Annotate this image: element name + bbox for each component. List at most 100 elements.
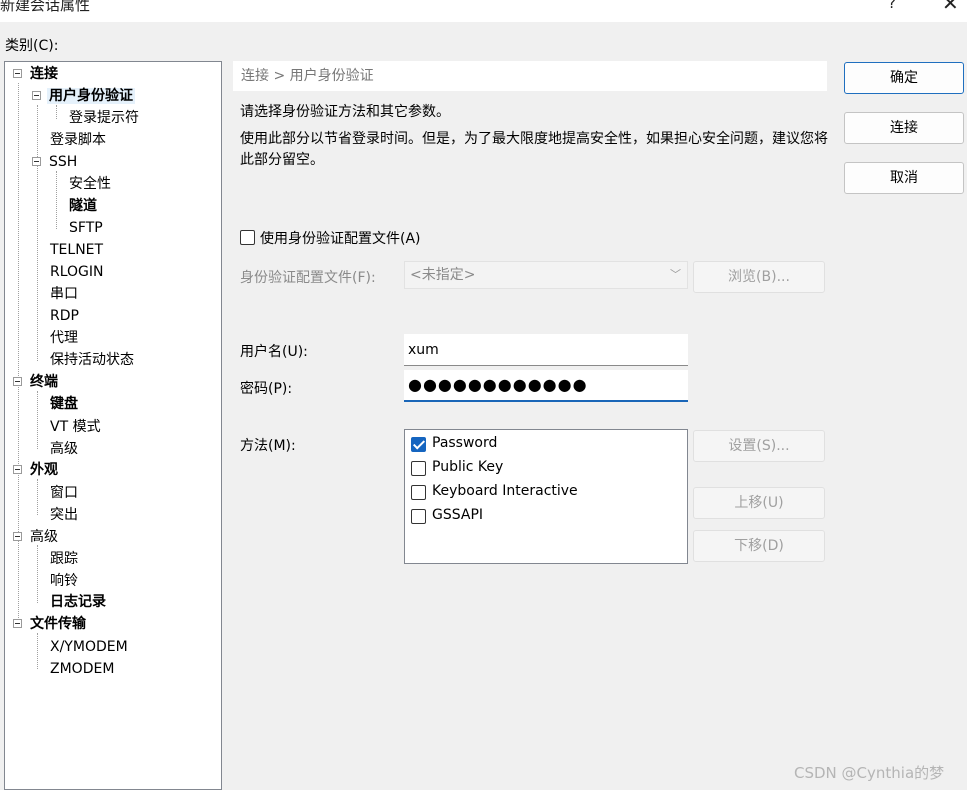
tree-item-serial[interactable]: 串口	[48, 284, 80, 304]
auth-profile-label: 身份验证配置文件(F):	[240, 270, 376, 286]
tree-item-label: 窗口	[50, 485, 78, 501]
tree-item-label: TELNET	[50, 242, 104, 258]
method-label: 方法(M):	[240, 438, 296, 454]
collapse-icon[interactable]	[13, 619, 22, 628]
tree-item-proxy[interactable]: 代理	[48, 328, 80, 348]
collapse-icon[interactable]	[13, 465, 22, 474]
method-item-label: Public Key	[432, 459, 504, 475]
tree-item-rdp[interactable]: RDP	[48, 306, 81, 326]
tree-item-rlogin[interactable]: RLOGIN	[48, 262, 106, 282]
tree-item-terminal[interactable]: 终端	[12, 372, 60, 392]
tree-item-connection[interactable]: 连接	[12, 64, 60, 84]
tree-item-label: 连接	[30, 66, 58, 82]
method-list[interactable]: Password Public Key Keyboard Interactive…	[404, 429, 688, 564]
tree-item-label: 外观	[30, 462, 58, 478]
tree-item-security[interactable]: 安全性	[67, 174, 113, 194]
collapse-icon[interactable]	[13, 377, 22, 386]
tree-item-user-auth[interactable]: 用户身份验证	[31, 86, 135, 106]
password-input[interactable]: ●●●●●●●●●●●●	[404, 370, 688, 402]
tree-item-label: SSH	[49, 154, 78, 170]
tree-item-label: 用户身份验证	[47, 88, 135, 104]
tree-item-label: 登录脚本	[50, 132, 106, 148]
tree-item-window[interactable]: 窗口	[48, 483, 80, 503]
method-public-key-checkbox[interactable]	[411, 461, 426, 476]
help-icon[interactable]: ?	[888, 0, 896, 12]
title-bar: 新建会话属性 ? ✕	[0, 0, 967, 22]
tree-item-file-transfer[interactable]: 文件传输	[12, 614, 88, 634]
collapse-icon[interactable]	[32, 157, 41, 166]
description-detail: 使用此部分以节省登录时间。但是，为了最大限度地提高安全性，如果担心安全问题，建议…	[240, 131, 828, 168]
tree-item-terminal-advanced[interactable]: 高级	[48, 439, 80, 459]
tree-item-label: SFTP	[69, 220, 103, 236]
tree-item-label: ZMODEM	[50, 661, 115, 677]
auth-profile-select[interactable]: <未指定> ﹀	[404, 261, 688, 289]
collapse-icon[interactable]	[32, 91, 41, 100]
tree-guide-line	[37, 545, 38, 603]
ok-button[interactable]: 确定	[844, 62, 964, 94]
username-input[interactable]	[404, 334, 688, 366]
tree-item-label: 响铃	[50, 573, 78, 589]
method-password-checkbox[interactable]	[411, 437, 426, 452]
close-icon[interactable]: ✕	[942, 0, 959, 15]
method-gssapi-checkbox[interactable]	[411, 509, 426, 524]
method-item-label: Keyboard Interactive	[432, 483, 578, 499]
tree-item-label: 高级	[30, 529, 58, 545]
tree-item-xymodem[interactable]: X/YMODEM	[48, 637, 130, 657]
tree-item-label: 安全性	[69, 176, 111, 192]
move-up-button[interactable]: 上移(U)	[693, 487, 825, 519]
watermark: CSDN @Cynthia的梦	[794, 764, 945, 782]
use-auth-profile-checkbox[interactable]	[240, 230, 255, 245]
tree-item-label: 隧道	[69, 198, 97, 214]
settings-button[interactable]: 设置(S)...	[693, 430, 825, 462]
tree-item-label: 日志记录	[50, 594, 106, 610]
method-item-label: Password	[432, 435, 498, 451]
tree-item-label: 串口	[50, 286, 78, 302]
tree-item-keyboard[interactable]: 键盘	[48, 394, 80, 414]
tree-item-logging[interactable]: 日志记录	[48, 592, 108, 612]
auth-profile-value: <未指定>	[410, 267, 476, 283]
tree-item-label: 高级	[50, 441, 78, 457]
tree-item-tunneling[interactable]: 隧道	[67, 196, 99, 216]
tree-item-label: VT 模式	[50, 419, 101, 435]
tree-item-bell[interactable]: 响铃	[48, 571, 80, 591]
tree-item-label: 跟踪	[50, 551, 78, 567]
tree-item-login-prompts[interactable]: 登录提示符	[67, 108, 141, 128]
move-down-button[interactable]: 下移(D)	[693, 530, 825, 562]
cancel-button[interactable]: 取消	[844, 162, 964, 194]
tree-item-appearance[interactable]: 外观	[12, 460, 60, 480]
tree-item-telnet[interactable]: TELNET	[48, 240, 105, 260]
tree-guide-line	[56, 171, 57, 229]
category-tree[interactable]: 连接 用户身份验证 登录提示符 登录脚本 SSH 安全性 隧道 SFTP TEL…	[4, 61, 222, 790]
tree-item-keep-alive[interactable]: 保持活动状态	[48, 350, 136, 370]
chevron-down-icon: ﹀	[670, 268, 681, 281]
collapse-icon[interactable]	[13, 69, 22, 78]
window-title: 新建会话属性	[0, 0, 91, 14]
method-item-label: GSSAPI	[432, 507, 484, 523]
tree-item-advanced[interactable]: 高级	[12, 527, 60, 547]
tree-item-label: RDP	[50, 308, 79, 324]
method-keyboard-interactive-checkbox[interactable]	[411, 485, 426, 500]
tree-item-login-script[interactable]: 登录脚本	[48, 130, 108, 150]
collapse-icon[interactable]	[13, 532, 22, 541]
tree-item-ssh[interactable]: SSH	[31, 152, 79, 172]
tree-item-highlight[interactable]: 突出	[48, 505, 80, 525]
tree-item-label: 登录提示符	[69, 110, 139, 126]
browse-button[interactable]: 浏览(B)...	[693, 261, 825, 293]
tree-item-label: X/YMODEM	[50, 639, 128, 655]
tree-item-label: RLOGIN	[50, 264, 104, 280]
tree-item-label: 突出	[50, 507, 78, 523]
breadcrumb: 连接 > 用户身份验证	[233, 61, 827, 91]
category-label: 类别(C):	[5, 38, 59, 54]
use-auth-profile-label[interactable]: 使用身份验证配置文件(A)	[260, 228, 421, 248]
tree-guide-line	[37, 391, 38, 449]
connect-button[interactable]: 连接	[844, 112, 964, 144]
password-label: 密码(P):	[240, 381, 293, 397]
tree-item-sftp[interactable]: SFTP	[67, 218, 105, 238]
tree-item-vt-modes[interactable]: VT 模式	[48, 417, 103, 437]
tree-guide-line	[56, 105, 57, 119]
tree-guide-line	[37, 633, 38, 669]
tree-item-trace[interactable]: 跟踪	[48, 549, 80, 569]
tree-item-label: 代理	[50, 330, 78, 346]
username-label: 用户名(U):	[240, 344, 308, 360]
tree-item-zmodem[interactable]: ZMODEM	[48, 659, 116, 679]
